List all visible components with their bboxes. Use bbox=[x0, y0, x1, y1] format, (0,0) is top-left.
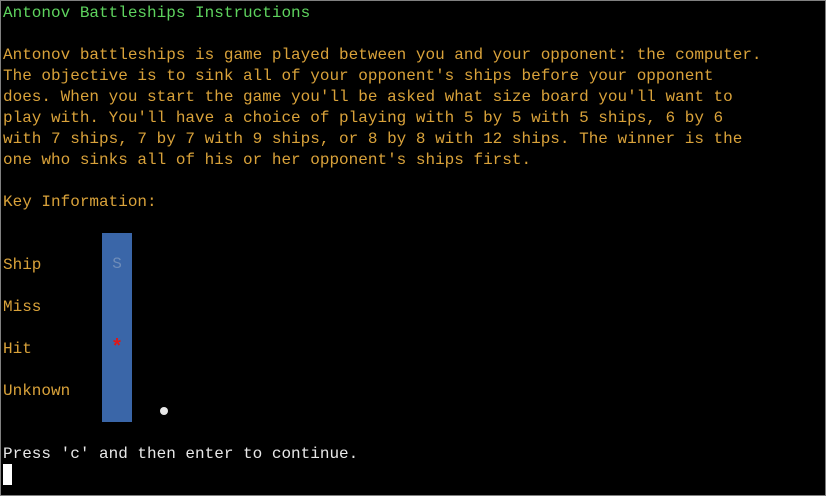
page-title: Antonov Battleships Instructions bbox=[3, 4, 311, 22]
legend-label-unknown: Unknown bbox=[3, 382, 71, 400]
legend-symbol-column: S * bbox=[102, 233, 168, 422]
unknown-symbol bbox=[102, 380, 168, 443]
intro-line-5: with 7 ships, 7 by 7 with 9 ships, or 8 … bbox=[3, 130, 743, 148]
terminal-window[interactable]: Antonov Battleships Instructions Antonov… bbox=[0, 0, 826, 496]
intro-line-6: one who sinks all of his or her opponent… bbox=[3, 151, 532, 169]
legend-label-ship: Ship bbox=[3, 256, 42, 274]
text-cursor[interactable] bbox=[3, 464, 12, 485]
intro-line-2: The objective is to sink all of your opp… bbox=[3, 67, 714, 85]
intro-line-4: play with. You'll have a choice of playi… bbox=[3, 109, 724, 127]
intro-line-1: Antonov battleships is game played betwe… bbox=[3, 46, 762, 64]
continue-prompt: Press 'c' and then enter to continue. bbox=[3, 445, 359, 463]
legend-label-miss: Miss bbox=[3, 298, 42, 316]
intro-line-3: does. When you start the game you'll be … bbox=[3, 88, 733, 106]
filled-circle-icon bbox=[159, 407, 168, 415]
key-heading: Key Information: bbox=[3, 193, 157, 211]
legend-label-hit: Hit bbox=[3, 340, 32, 358]
hit-symbol: * bbox=[110, 337, 123, 360]
ship-symbol: S bbox=[112, 255, 122, 273]
